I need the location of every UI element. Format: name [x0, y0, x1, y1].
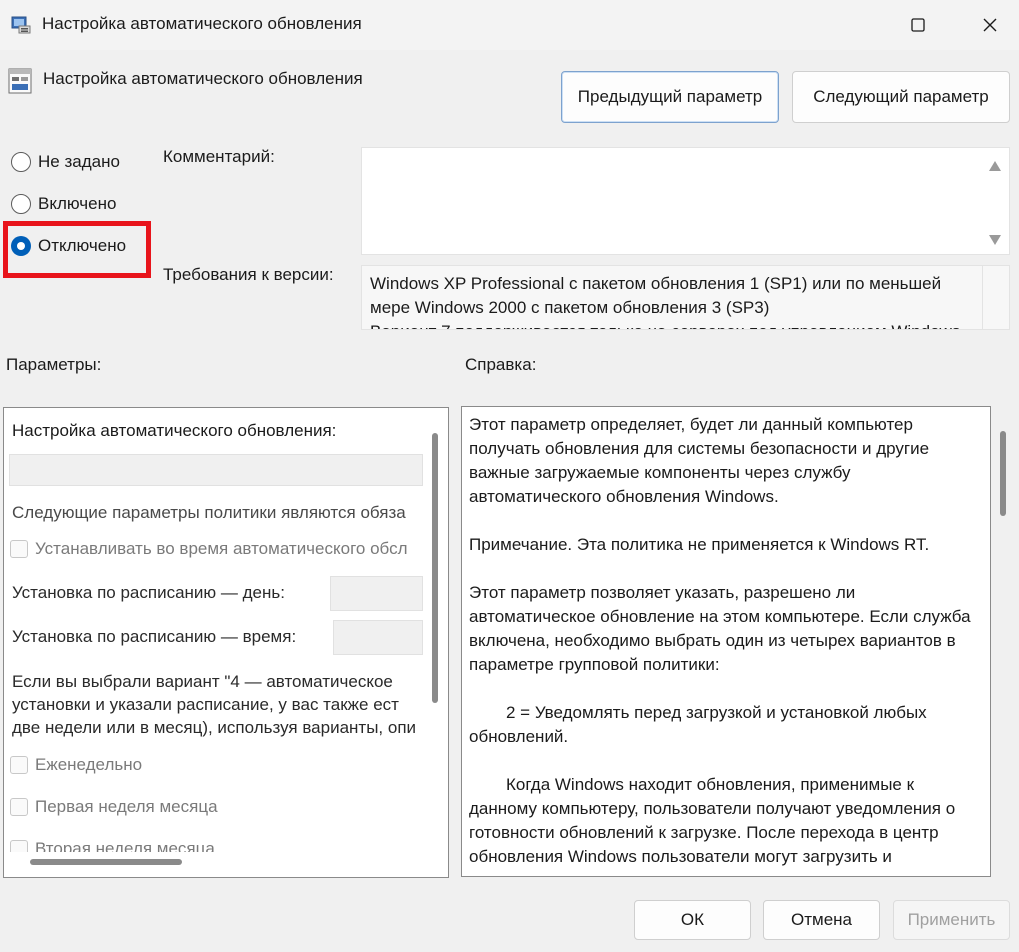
- params-label: Параметры:: [6, 355, 102, 374]
- params-heading: Настройка автоматического обновления:: [12, 421, 337, 440]
- policy-editor-icon: [11, 16, 31, 34]
- option4-note: Если вы выбрали вариант "4 — автоматичес…: [12, 670, 416, 739]
- schedule-time-label: Установка по расписанию — время:: [12, 627, 297, 646]
- scroll-up-icon[interactable]: [988, 160, 1002, 172]
- checkbox-box: [10, 798, 28, 816]
- checkbox-box: [10, 756, 28, 774]
- help-paragraph: Этот параметр определяет, будет ли данны…: [469, 415, 930, 506]
- help-paragraph: 2 = Уведомлять перед загрузкой и установ…: [469, 703, 927, 746]
- params-panel: Настройка автоматического обновления: Сл…: [3, 407, 449, 878]
- vertical-scroll-thumb[interactable]: [432, 433, 438, 703]
- version-requirements-box: Windows XP Professional с пакетом обновл…: [361, 265, 1010, 330]
- next-setting-button[interactable]: Следующий параметр: [792, 71, 1010, 123]
- maximize-icon: [911, 18, 925, 32]
- required-note: Следующие параметры политики являются об…: [12, 503, 406, 522]
- comment-label: Комментарий:: [163, 147, 275, 166]
- weekly-checkbox[interactable]: Еженедельно: [10, 755, 142, 775]
- version-text: Windows XP Professional с пакетом обновл…: [370, 274, 942, 317]
- install-during-maintenance-checkbox[interactable]: Устанавливать во время автоматического о…: [10, 539, 408, 559]
- scroll-down-icon[interactable]: [988, 234, 1002, 246]
- help-text: Этот параметр определяет, будет ли данны…: [469, 413, 984, 869]
- radio-label: Включено: [38, 194, 117, 213]
- close-button[interactable]: [962, 0, 1018, 50]
- schedule-day-label: Установка по расписанию — день:: [12, 583, 285, 602]
- radio-enabled[interactable]: Включено: [11, 194, 116, 214]
- option4-note-line: Если вы выбрали вариант "4 — автоматичес…: [12, 672, 393, 691]
- schedule-time-select[interactable]: [333, 620, 423, 655]
- first-week-checkbox[interactable]: Первая неделя месяца: [10, 797, 218, 817]
- horizontal-scrollbar: [4, 852, 448, 877]
- scrollbar-track: [982, 266, 983, 329]
- checkbox-box: [10, 540, 28, 558]
- horizontal-scroll-thumb[interactable]: [30, 859, 182, 865]
- help-paragraph: Когда Windows находит обновления, примен…: [469, 775, 956, 866]
- option4-note-line: две недели или в месяц), используя вариа…: [12, 718, 417, 737]
- help-paragraph: Примечание. Эта политика не применяется …: [469, 535, 930, 554]
- ok-button[interactable]: ОК: [634, 900, 751, 940]
- radio-circle: [11, 194, 31, 214]
- window-title: Настройка автоматического обновления: [42, 14, 362, 33]
- radio-not-configured[interactable]: Не задано: [11, 152, 120, 172]
- help-panel: Этот параметр определяет, будет ли данны…: [461, 406, 991, 877]
- help-paragraph: Этот параметр позволяет указать, разреше…: [469, 583, 971, 674]
- previous-setting-button[interactable]: Предыдущий параметр: [561, 71, 779, 123]
- option4-note-line: установки и указали расписание, у вас та…: [12, 695, 399, 714]
- title-bar: Настройка автоматического обновления: [0, 0, 1019, 50]
- radio-label: Не задано: [38, 152, 120, 171]
- help-label: Справка:: [465, 355, 537, 374]
- checkbox-label: Первая неделя месяца: [35, 797, 218, 816]
- version-text-cut: Вариант 7 поддерживается только на серве…: [370, 320, 982, 329]
- selection-highlight-box: [3, 221, 151, 278]
- maximize-button[interactable]: [890, 0, 946, 50]
- checkbox-label: Еженедельно: [35, 755, 143, 774]
- help-vertical-scroll-thumb[interactable]: [1000, 431, 1006, 516]
- update-mode-dropdown[interactable]: [9, 454, 423, 486]
- cancel-button[interactable]: Отмена: [763, 900, 880, 940]
- version-label: Требования к версии:: [163, 265, 334, 284]
- checkbox-label: Устанавливать во время автоматического о…: [35, 539, 408, 558]
- setting-icon: [8, 68, 32, 94]
- comment-textarea[interactable]: [361, 147, 1010, 255]
- close-icon: [983, 18, 997, 32]
- setting-title: Настройка автоматического обновления: [43, 69, 363, 88]
- radio-circle: [11, 152, 31, 172]
- apply-button[interactable]: Применить: [893, 900, 1010, 940]
- schedule-day-select[interactable]: [330, 576, 423, 611]
